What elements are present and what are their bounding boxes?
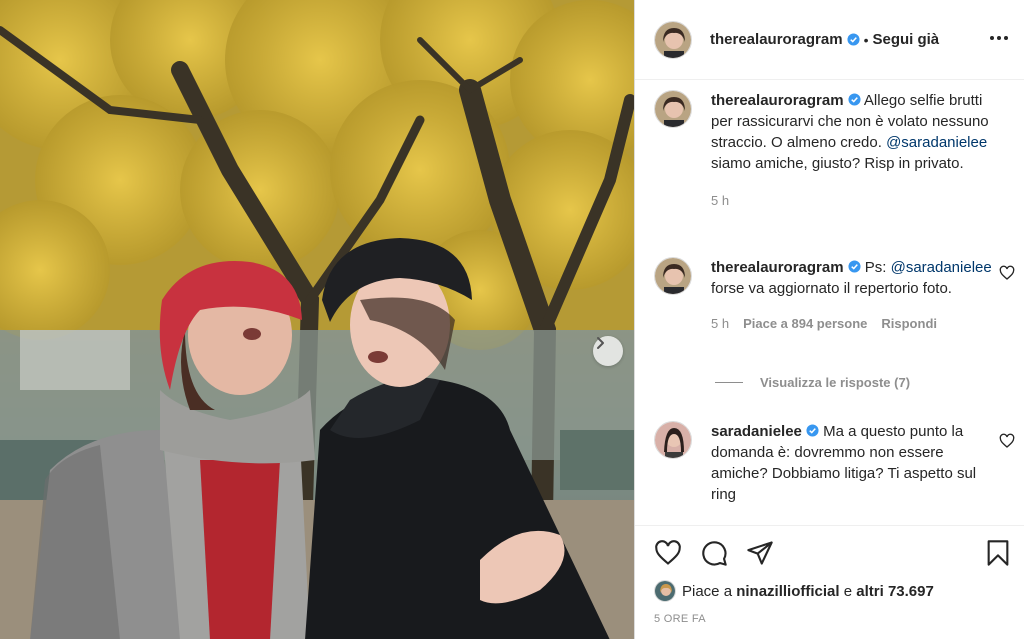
comment-likes[interactable]: Piace a 894 persone — [743, 313, 867, 334]
comment-text: siamo amiche, giusto? Risp in privato. — [711, 155, 964, 172]
heart-icon — [655, 540, 681, 565]
view-replies-label: Visualizza le risposte (7) — [760, 375, 911, 390]
comment-item: saradanielee Ma a questo punto la domand… — [654, 421, 1024, 505]
photo-illustration — [0, 0, 634, 639]
reply-button[interactable]: Rispondi — [881, 313, 937, 334]
comment-username[interactable]: therealauroragram — [711, 259, 844, 276]
comment-username[interactable]: therealauroragram — [711, 92, 844, 109]
comment-time[interactable]: 5 h — [711, 190, 729, 211]
verified-icon — [806, 424, 819, 437]
verified-icon — [848, 93, 861, 106]
like-button[interactable] — [653, 538, 683, 568]
liker-username[interactable]: ninazilliofficial — [736, 583, 839, 600]
likes-others[interactable]: altri 73.697 — [856, 583, 934, 600]
likes-middle: e — [843, 582, 853, 600]
commenter-avatar[interactable] — [654, 421, 692, 459]
author-avatar[interactable] — [654, 257, 692, 295]
verified-icon — [848, 260, 861, 273]
heart-icon[interactable] — [999, 433, 1015, 449]
post-side-panel: therealauroragram • Segui già therealaur… — [634, 0, 1024, 639]
author-username[interactable]: therealauroragram — [710, 31, 843, 48]
verified-icon — [847, 33, 860, 46]
comments-list: therealauroragram Allego selfie brutti p… — [635, 81, 1024, 525]
caption-comment: therealauroragram Allego selfie brutti p… — [654, 90, 1024, 211]
author-avatar[interactable] — [654, 90, 692, 128]
comment-button[interactable] — [699, 538, 729, 568]
replies-divider — [715, 382, 743, 383]
bookmark-icon — [987, 540, 1009, 566]
comment-icon — [702, 541, 727, 566]
comment-time[interactable]: 5 h — [711, 313, 729, 334]
share-button[interactable] — [745, 538, 775, 568]
mention-link[interactable]: @saradanielee — [886, 134, 987, 151]
save-button[interactable] — [983, 538, 1013, 568]
author-avatar[interactable] — [654, 20, 692, 59]
next-photo-button[interactable] — [593, 336, 623, 366]
view-replies-button[interactable]: Visualizza le risposte (7) — [715, 375, 910, 390]
likes-prefix: Piace a — [682, 582, 733, 600]
share-icon — [747, 541, 773, 565]
comment-text: forse va aggiornato il repertorio foto. — [711, 280, 952, 297]
post-header: therealauroragram • Segui già — [635, 0, 1024, 80]
following-button[interactable]: Segui già — [872, 31, 939, 48]
post-photo[interactable] — [0, 0, 634, 639]
chevron-right-icon — [597, 337, 604, 349]
comment-text: Ps: — [864, 259, 887, 276]
likes-summary[interactable]: Piace a ninazilliofficial e altri 73.697 — [654, 580, 934, 602]
comment-username[interactable]: saradanielee — [711, 423, 802, 440]
more-icon — [990, 36, 1008, 40]
liker-avatar — [654, 580, 676, 602]
mention-link[interactable]: @saradanielee — [891, 259, 992, 276]
separator-dot: • — [863, 31, 869, 48]
heart-icon[interactable] — [999, 265, 1015, 281]
comment-item: therealauroragram Ps: @saradanielee fors… — [654, 257, 1024, 334]
more-options-button[interactable] — [988, 27, 1010, 49]
post-timestamp[interactable]: 5 ORE FA — [654, 613, 706, 625]
post-actions: Piace a ninazilliofficial e altri 73.697… — [635, 525, 1024, 639]
